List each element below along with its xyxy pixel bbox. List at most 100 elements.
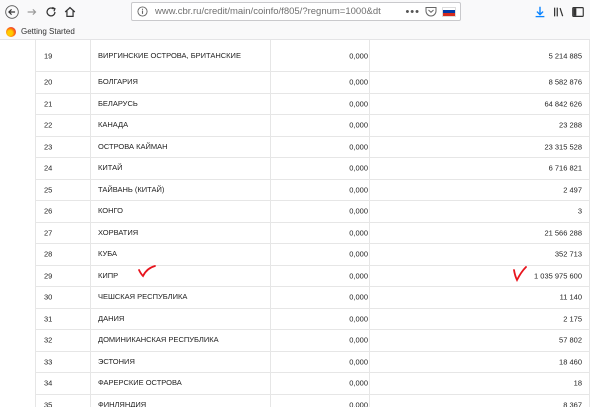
library-icon[interactable] (550, 3, 568, 21)
value-col-1: 0,000 (349, 292, 368, 302)
table-row: 21 БЕЛАРУСЬ 0,000 64 842 626 (35, 93, 590, 115)
value-col-2: 2 175 (563, 314, 582, 324)
value-col-1: 0,000 (349, 51, 368, 60)
value-col-2: 21 566 288 (544, 228, 582, 238)
value-col-1: 0,000 (349, 120, 368, 130)
home-icon[interactable] (61, 3, 79, 21)
value-col-1: 0,000 (349, 314, 368, 324)
download-icon[interactable] (531, 3, 549, 21)
value-col-1: 0,000 (349, 77, 368, 87)
country-name: ЧЕШСКАЯ РЕСПУБЛИКА (98, 292, 188, 302)
value-col-2: 23 315 528 (544, 142, 582, 152)
page-content: , 19ВИРГИНСКИЕ ОСТРОВА, БРИТАНСКИЕ0,0005… (0, 40, 590, 407)
value-col-1: 0,000 (349, 378, 368, 388)
value-col-2: 8 582 876 (548, 77, 582, 87)
table-row: 22 КАНАДА 0,000 23 288 (35, 115, 590, 137)
country-name: ДОМИНИКАНСКАЯ РЕСПУБЛИКА (98, 335, 219, 345)
country-name: ТАЙВАНЬ (КИТАЙ) (98, 184, 165, 194)
row-number: 24 (44, 163, 53, 173)
pocket-icon[interactable] (425, 6, 437, 17)
table-row: 19 ВИРГИНСКИЕ ОСТРОВА, БРИТАНСКИЕ 0,000 5 2… (35, 40, 590, 72)
checkmark-annotation-icon (513, 266, 527, 282)
table-row: 35 ФИНЛЯНДИЯ 0,000 8 367 (35, 394, 590, 407)
checkmark-annotation-icon (138, 265, 156, 278)
table-row: 30 ЧЕШСКАЯ РЕСПУБЛИКА 0,000 11 140 (35, 287, 590, 309)
forward-arrow-icon[interactable] (23, 3, 41, 21)
row-number: 21 (44, 99, 53, 109)
country-name: КУБА (98, 249, 117, 259)
table-row: 20 БОЛГАРИЯ 0,000 8 582 876 (35, 72, 590, 94)
row-number: 22 (44, 120, 53, 130)
page-actions-icon[interactable]: ••• (405, 6, 420, 17)
row-number: 26 (44, 206, 53, 216)
row-number: 20 (44, 77, 53, 87)
country-name: БОЛГАРИЯ (98, 77, 138, 87)
russian-flag-icon (442, 6, 456, 17)
row-number: 35 (44, 400, 53, 407)
url-text[interactable]: www.cbr.ru/credit/main/coinfo/f805/?regn… (155, 6, 381, 17)
table-row: 24 КИТАЙ 0,000 6 716 821 (35, 158, 590, 180)
value-col-1: 0,000 (349, 249, 368, 259)
address-bar[interactable]: www.cbr.ru/credit/main/coinfo/f805/?regn… (131, 2, 461, 21)
country-name: ХОРВАТИЯ (98, 227, 139, 237)
value-col-1: 0,000 (349, 142, 368, 152)
value-col-2: 352 713 (554, 249, 582, 259)
country-name: КАНАДА (98, 120, 129, 130)
country-name: КИТАЙ (98, 163, 123, 173)
table-row: 29 КИПР 0,000 1 035 975 600 (35, 265, 590, 287)
country-name: ФИНЛЯНДИЯ (98, 399, 147, 407)
row-number: 34 (44, 378, 53, 388)
bookmarks-toolbar: Getting Started (0, 24, 590, 40)
value-col-2: 64 842 626 (544, 99, 582, 109)
firefox-icon (6, 26, 16, 37)
reload-icon[interactable] (42, 3, 60, 21)
table-row: 26 КОНГО 0,000 3 (35, 201, 590, 223)
value-col-1: 0,000 (349, 271, 368, 281)
value-col-2: 23 288 (559, 120, 582, 130)
country-name: ЭСТОНИЯ (98, 356, 135, 366)
row-number: 28 (44, 249, 53, 259)
country-name: ФАРЕРСКИЕ ОСТРОВА (98, 378, 182, 388)
country-name: БЕЛАРУСЬ (98, 98, 138, 108)
row-number: 29 (44, 271, 53, 281)
row-number: 31 (44, 314, 53, 324)
value-col-1: 0,000 (349, 163, 368, 173)
value-col-2: 6 716 821 (548, 163, 582, 173)
value-col-1: 0,000 (349, 206, 368, 216)
bookmark-getting-started[interactable]: Getting Started (21, 27, 75, 36)
value-col-1: 0,000 (349, 228, 368, 238)
row-number: 32 (44, 335, 53, 345)
info-icon[interactable] (137, 6, 149, 18)
row-number: 30 (44, 292, 53, 302)
row-number: 25 (44, 185, 53, 195)
row-number: 33 (44, 357, 53, 367)
table-row: 28 КУБА 0,000 352 713 (35, 244, 590, 266)
table-row: 33 ЭСТОНИЯ 0,000 18 460 (35, 351, 590, 373)
country-name: ВИРГИНСКИЕ ОСТРОВА, БРИТАНСКИЕ (98, 50, 241, 60)
value-col-1: 0,000 (349, 335, 368, 345)
value-col-2: 2 497 (563, 185, 582, 195)
value-col-2: 11 140 (559, 292, 582, 302)
value-col-2: 5 214 885 (548, 51, 582, 60)
table-row: 23 ОСТРОВА КАЙМАН 0,000 23 315 528 (35, 136, 590, 158)
value-col-1: 0,000 (349, 400, 368, 407)
country-name: КИПР (98, 270, 119, 280)
country-name: ДАНИЯ (98, 313, 125, 323)
row-number: 19 (44, 51, 53, 60)
country-name: КОНГО (98, 206, 124, 216)
table-row: 25 ТАЙВАНЬ (КИТАЙ) 0,000 2 497 (35, 179, 590, 201)
row-number: 23 (44, 142, 53, 152)
row-number: 27 (44, 228, 53, 238)
value-col-2: 1 035 975 600 (534, 271, 582, 281)
value-col-2: 18 460 (559, 357, 582, 367)
browser-toolbar: www.cbr.ru/credit/main/coinfo/f805/?regn… (0, 0, 590, 25)
value-col-2: 18 (573, 378, 582, 388)
value-col-1: 0,000 (349, 99, 368, 109)
back-arrow-icon[interactable] (3, 3, 21, 21)
table-row: 27 ХОРВАТИЯ 0,000 21 566 288 (35, 222, 590, 244)
table-row: 31 ДАНИЯ 0,000 2 175 (35, 308, 590, 330)
value-col-2: 3 (577, 206, 582, 216)
value-col-2: 8 367 (563, 400, 582, 407)
table-row: 34 ФАРЕРСКИЕ ОСТРОВА 0,000 18 (35, 373, 590, 395)
sidebar-icon[interactable] (569, 3, 587, 21)
